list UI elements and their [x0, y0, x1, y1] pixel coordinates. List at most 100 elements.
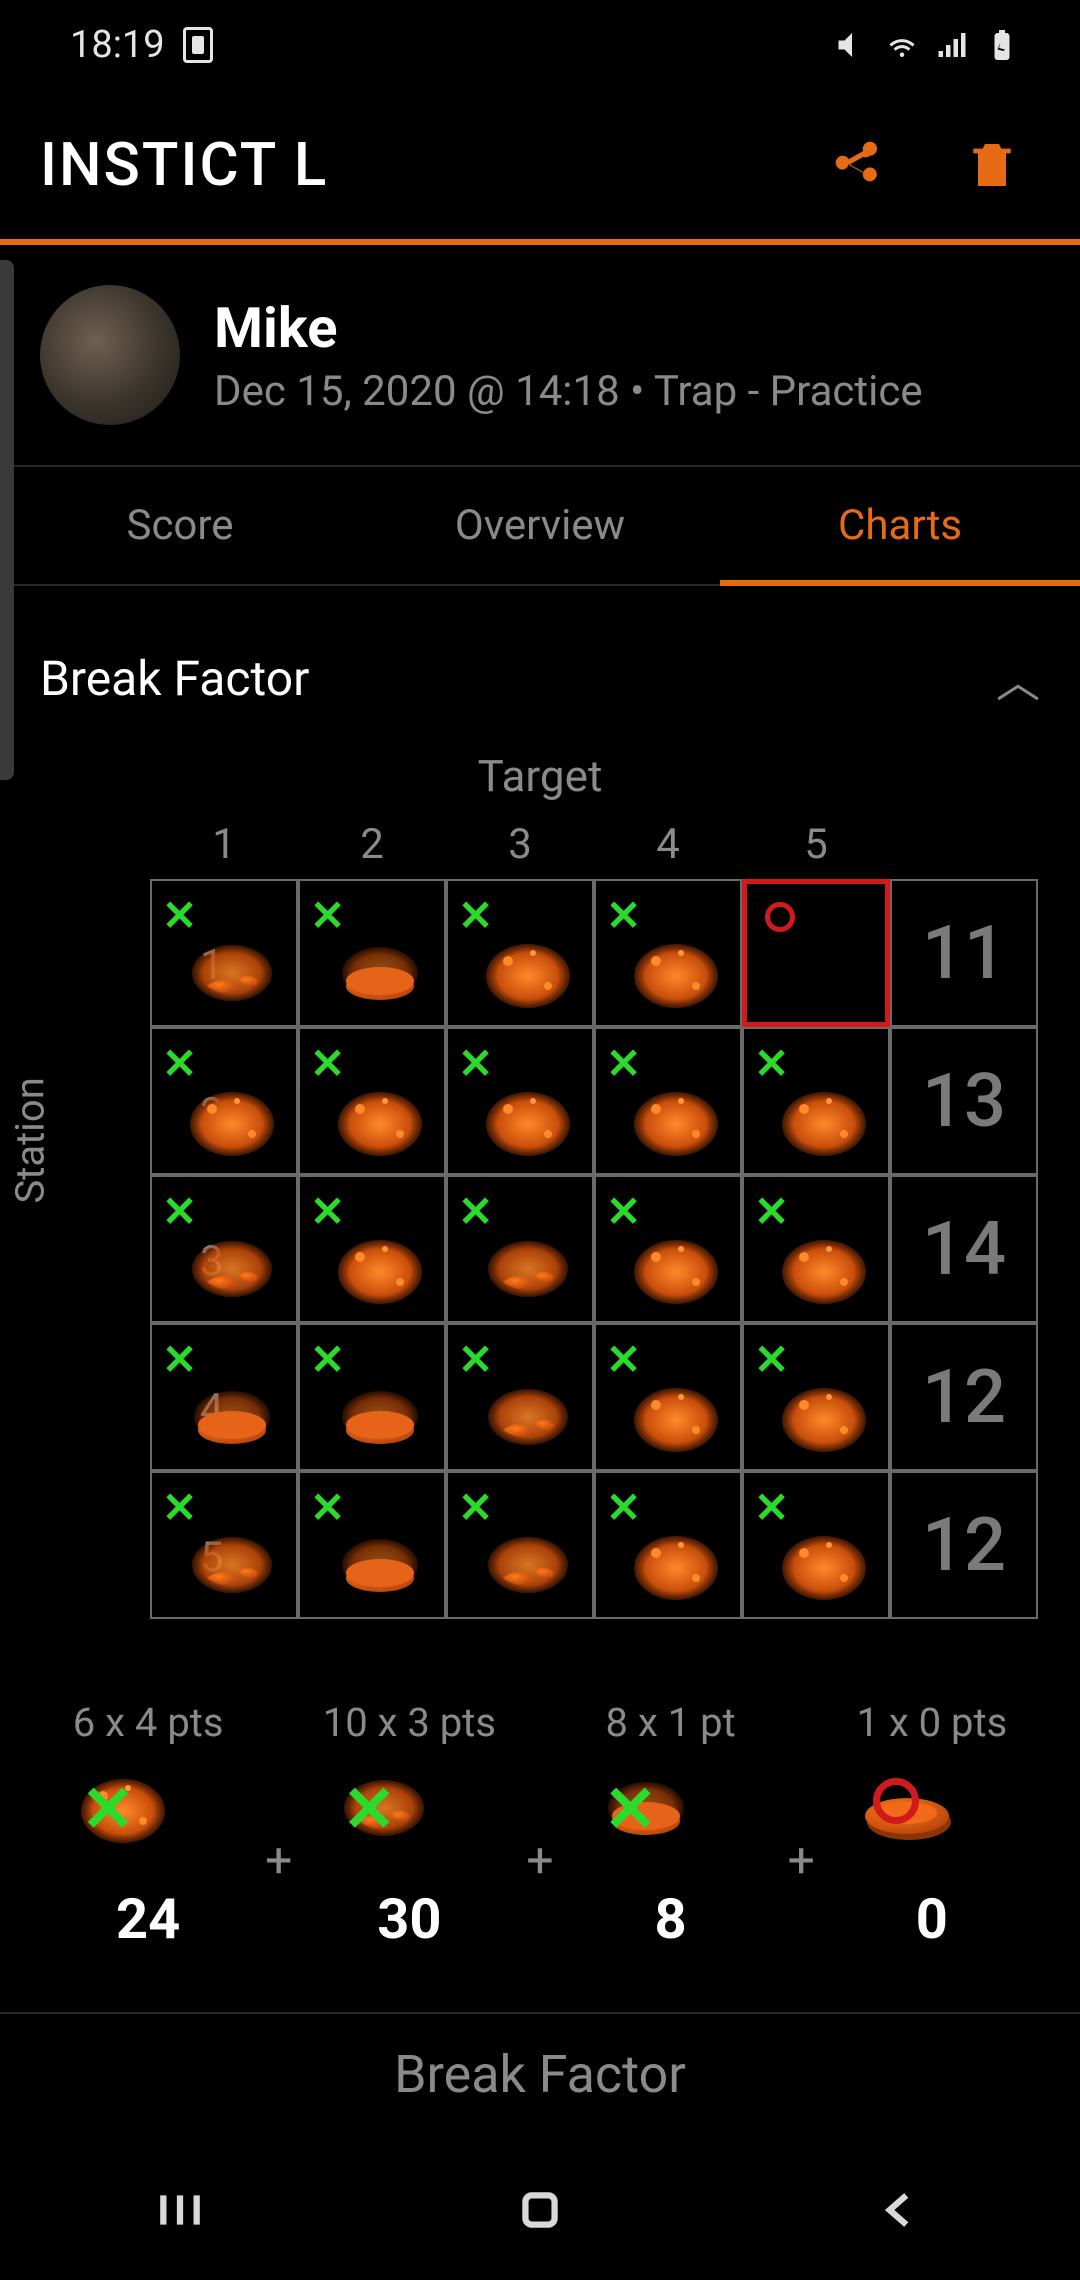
back-button[interactable]	[875, 2185, 925, 2235]
session-subtitle: Dec 15, 2020 @ 14:18 • Trap - Practice	[214, 367, 923, 416]
clay-break-icon	[182, 1375, 282, 1455]
grid-cell[interactable]: ✕	[742, 1175, 890, 1323]
grid-cell[interactable]: ✕	[446, 1175, 594, 1323]
status-app-icon	[183, 27, 213, 63]
summary-icon	[857, 1766, 1007, 1866]
clay-break-icon	[478, 1523, 578, 1603]
battery-charging-icon	[984, 27, 1020, 63]
clay-break-icon	[330, 931, 430, 1011]
row-total: 12	[890, 1471, 1038, 1619]
clay-break-icon	[330, 1227, 430, 1307]
break-summary: 6 x 4 pts✕24+10 x 3 pts✕30+8 x 1 pt✕8+1 …	[0, 1699, 1080, 1952]
column-headers: 12345	[150, 820, 1040, 869]
grid-cell[interactable]: ✕	[150, 1323, 298, 1471]
grid-cell[interactable]: ✕	[446, 879, 594, 1027]
app-bar: INSTICT L	[0, 90, 1080, 245]
row-total: 13	[890, 1027, 1038, 1175]
tab-score[interactable]: Score	[0, 467, 360, 584]
tabs: ScoreOverviewCharts	[0, 465, 1080, 586]
bottom-section-title: Break Factor	[0, 2012, 1080, 2105]
row-total: 12	[890, 1323, 1038, 1471]
grid-cell[interactable]: ✕	[742, 1471, 890, 1619]
session-header: Mike Dec 15, 2020 @ 14:18 • Trap - Pract…	[0, 245, 1080, 465]
clay-break-icon	[182, 1227, 282, 1307]
grid-cell[interactable]: ✕	[594, 1323, 742, 1471]
clay-break-icon	[330, 1523, 430, 1603]
chevron-up-icon: ︿	[996, 646, 1040, 710]
miss-mark-icon	[873, 1778, 919, 1824]
signal-icon	[934, 27, 970, 63]
plus-icon: +	[265, 1832, 292, 1889]
delete-button[interactable]	[964, 137, 1020, 193]
tab-charts[interactable]: Charts	[720, 467, 1080, 584]
mute-icon	[834, 27, 870, 63]
grid-cell[interactable]: ✕	[594, 879, 742, 1027]
row-total: 14	[890, 1175, 1038, 1323]
clay-break-icon	[774, 1227, 874, 1307]
grid-cell[interactable]: ✕	[298, 1175, 446, 1323]
col-header: 5	[742, 820, 890, 869]
system-nav-bar	[0, 2140, 1080, 2280]
grid-cell[interactable]: ✕	[742, 1027, 890, 1175]
share-icon	[828, 137, 884, 193]
app-title: INSTICT L	[40, 129, 828, 200]
col-header	[890, 820, 1038, 869]
grid-cell[interactable]: ✕	[150, 879, 298, 1027]
status-icons	[834, 27, 1020, 63]
summary-item: 1 x 0 pts0	[827, 1699, 1037, 1952]
clay-break-icon	[478, 1079, 578, 1159]
axis-left-label: Station	[7, 1077, 54, 1203]
grid-cell[interactable]: ✕	[742, 1323, 890, 1471]
clay-break-icon	[182, 1079, 282, 1159]
recents-button[interactable]	[155, 2185, 205, 2235]
hit-mark-icon: ✕	[604, 1772, 658, 1847]
summary-label: 10 x 3 pts	[323, 1699, 496, 1746]
break-factor-grid: Target Station 12345 1✕✕✕✕112✕✕✕✕✕133✕✕✕…	[0, 750, 1080, 1619]
grid-cell[interactable]: ✕	[298, 1471, 446, 1619]
section-header[interactable]: Break Factor ︿	[0, 586, 1080, 750]
grid-cell[interactable]	[742, 879, 890, 1027]
grid-cell[interactable]: ✕	[150, 1175, 298, 1323]
clay-break-icon	[478, 1375, 578, 1455]
clay-break-icon	[330, 1079, 430, 1159]
clay-break-icon	[626, 1523, 726, 1603]
clay-break-icon	[774, 1523, 874, 1603]
home-button[interactable]	[515, 2185, 565, 2235]
grid-cell[interactable]: ✕	[446, 1471, 594, 1619]
summary-item: 6 x 4 pts✕24	[43, 1699, 253, 1952]
grid-cell[interactable]: ✕	[150, 1027, 298, 1175]
summary-value: 24	[116, 1886, 180, 1952]
clay-break-icon	[330, 1375, 430, 1455]
clay-break-icon	[182, 931, 282, 1011]
summary-value: 30	[377, 1886, 441, 1952]
grid-cell[interactable]: ✕	[298, 1323, 446, 1471]
clay-break-icon	[626, 1375, 726, 1455]
hit-mark-icon: ✕	[81, 1772, 135, 1847]
grid-cell[interactable]: ✕	[298, 1027, 446, 1175]
summary-icon: ✕	[596, 1766, 746, 1866]
miss-mark-icon	[765, 902, 795, 932]
summary-item: 10 x 3 pts ✕ 30	[304, 1699, 514, 1952]
col-header: 3	[446, 820, 594, 869]
plus-icon: +	[526, 1832, 553, 1889]
grid-cell[interactable]: ✕	[446, 1323, 594, 1471]
summary-value: 0	[916, 1886, 948, 1952]
status-time: 18:19	[70, 23, 165, 67]
col-header: 4	[594, 820, 742, 869]
share-button[interactable]	[828, 137, 884, 193]
clay-break-icon	[626, 1227, 726, 1307]
avatar[interactable]	[40, 285, 180, 425]
grid-cell[interactable]: ✕	[594, 1027, 742, 1175]
summary-icon: ✕	[334, 1766, 484, 1866]
clay-break-icon	[182, 1523, 282, 1603]
grid-cell[interactable]: ✕	[298, 879, 446, 1027]
clay-break-icon	[478, 931, 578, 1011]
summary-value: 8	[655, 1886, 687, 1952]
grid-cell[interactable]: ✕	[594, 1175, 742, 1323]
grid-cell[interactable]: ✕	[594, 1471, 742, 1619]
grid-cell[interactable]: ✕	[150, 1471, 298, 1619]
row-total: 11	[890, 879, 1038, 1027]
col-header: 1	[150, 820, 298, 869]
tab-overview[interactable]: Overview	[360, 467, 720, 584]
grid-cell[interactable]: ✕	[446, 1027, 594, 1175]
